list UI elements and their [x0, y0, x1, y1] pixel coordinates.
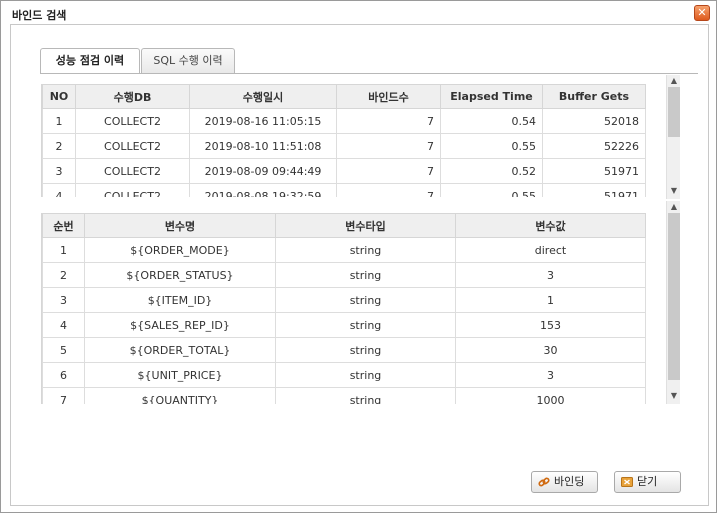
- scroll-up-arrow-icon[interactable]: ▲: [667, 75, 681, 87]
- table-cell: 2019-08-16 11:05:15: [189, 108, 337, 134]
- column-header[interactable]: Elapsed Time: [440, 84, 543, 109]
- table-cell: 51971: [542, 158, 646, 184]
- table-cell: ${ORDER_MODE}: [84, 237, 276, 263]
- column-header[interactable]: 변수명: [84, 213, 276, 238]
- table-cell: direct: [455, 237, 646, 263]
- column-header[interactable]: 순번: [42, 213, 85, 238]
- table-cell: 4: [42, 312, 85, 338]
- bind-button[interactable]: 바인딩: [531, 471, 598, 493]
- tab-divider: [40, 73, 698, 74]
- table-cell: string: [275, 312, 456, 338]
- table-row[interactable]: 4 COLLECT2 2019-08-08 19:32:59 7 0.55 51971: [42, 183, 646, 197]
- table-cell: 2019-08-10 11:51:08: [189, 133, 337, 159]
- table-cell: 30: [455, 337, 646, 363]
- tab-sql-history[interactable]: SQL 수행 이력: [141, 48, 235, 73]
- column-header[interactable]: 변수값: [455, 213, 646, 238]
- table-cell: 51971: [542, 183, 646, 197]
- table-row[interactable]: 2 ${ORDER_STATUS} string 3: [42, 262, 646, 288]
- column-header[interactable]: 바인드수: [336, 84, 441, 109]
- table-cell: ${SALES_REP_ID}: [84, 312, 276, 338]
- column-header[interactable]: 수행일시: [189, 84, 337, 109]
- table-cell: 3: [455, 362, 646, 388]
- table-cell: 1: [42, 237, 85, 263]
- table-row[interactable]: 4 ${SALES_REP_ID} string 153: [42, 312, 646, 338]
- table-row[interactable]: 2 COLLECT2 2019-08-10 11:51:08 7 0.55 52226: [42, 133, 646, 159]
- table-cell: ${ORDER_STATUS}: [84, 262, 276, 288]
- table-cell: 52018: [542, 108, 646, 134]
- bind-button-label: 바인딩: [554, 475, 585, 488]
- tab-performance-history[interactable]: 성능 점검 이력: [40, 48, 140, 74]
- table-row[interactable]: 1 COLLECT2 2019-08-16 11:05:15 7 0.54 52018: [42, 108, 646, 134]
- scroll-thumb[interactable]: [668, 87, 680, 137]
- table-cell: 7: [336, 133, 441, 159]
- history-grid-scrollbar[interactable]: ▲ ▼: [666, 75, 680, 199]
- close-icon[interactable]: ✕: [694, 5, 710, 21]
- table-cell: 3: [42, 287, 85, 313]
- close-button-label: 닫기: [637, 475, 658, 488]
- table-cell: COLLECT2: [75, 158, 190, 184]
- table-cell: COLLECT2: [75, 108, 190, 134]
- table-cell: 2019-08-09 09:44:49: [189, 158, 337, 184]
- table-cell: 3: [42, 158, 76, 184]
- table-row[interactable]: 6 ${UNIT_PRICE} string 3: [42, 362, 646, 388]
- table-cell: 3: [455, 262, 646, 288]
- table-cell: string: [275, 287, 456, 313]
- column-header[interactable]: NO: [42, 84, 76, 109]
- table-cell: 7: [336, 183, 441, 197]
- table-cell: string: [275, 262, 456, 288]
- table-cell: 1: [455, 287, 646, 313]
- table-cell: 0.55: [440, 183, 543, 197]
- table-cell: 153: [455, 312, 646, 338]
- column-header[interactable]: 수행DB: [75, 84, 190, 109]
- link-icon: [538, 477, 550, 487]
- table-cell: 0.52: [440, 158, 543, 184]
- table-cell: 2: [42, 133, 76, 159]
- bind-grid-scrollbar[interactable]: ▲ ▼: [666, 201, 680, 404]
- close-button[interactable]: 닫기: [614, 471, 681, 493]
- history-grid: NO 수행DB 수행일시 바인드수 Elapsed Time Buffer Gets 1C…: [41, 84, 682, 197]
- table-row[interactable]: 3 COLLECT2 2019-08-09 09:44:49 7 0.52 51971: [42, 158, 646, 184]
- table-cell: 4: [42, 183, 76, 197]
- table-cell: 0.55: [440, 133, 543, 159]
- bind-search-dialog: 바인드 검색 ✕ 성능 점검 이력 SQL 수행 이력 NO 수행DB 수행일시 바인…: [0, 0, 717, 513]
- bind-variable-grid: 순번 변수명 변수타입 변수값 1 ${ORDER_MODE} string direct 2…: [41, 213, 682, 404]
- table-row[interactable]: 7 ${QUANTITY} string 1000: [42, 387, 646, 404]
- scroll-up-arrow-icon[interactable]: ▲: [667, 201, 681, 213]
- table-cell: 1000: [455, 387, 646, 404]
- table-cell: ${ITEM_ID}: [84, 287, 276, 313]
- table-row[interactable]: 1 ${ORDER_MODE} string direct: [42, 237, 646, 263]
- dialog-body: 성능 점검 이력 SQL 수행 이력 NO 수행DB 수행일시 바인드수 Elapsed…: [10, 24, 709, 506]
- table-cell: 6: [42, 362, 85, 388]
- table-cell: 0.54: [440, 108, 543, 134]
- table-cell: COLLECT2: [75, 183, 190, 197]
- table-cell: 7: [42, 387, 85, 404]
- table-cell: string: [275, 387, 456, 404]
- table-cell: string: [275, 337, 456, 363]
- table-row[interactable]: 5 ${ORDER_TOTAL} string 30: [42, 337, 646, 363]
- table-cell: string: [275, 362, 456, 388]
- table-cell: 2: [42, 262, 85, 288]
- scroll-thumb[interactable]: [668, 213, 680, 380]
- dialog-title: 바인드 검색: [12, 9, 67, 22]
- table-cell: ${ORDER_TOTAL}: [84, 337, 276, 363]
- scroll-down-arrow-icon[interactable]: ▼: [667, 185, 681, 197]
- table-cell: COLLECT2: [75, 133, 190, 159]
- close-box-icon: [621, 477, 633, 487]
- table-cell: 2019-08-08 19:32:59: [189, 183, 337, 197]
- table-cell: 52226: [542, 133, 646, 159]
- scroll-down-arrow-icon[interactable]: ▼: [667, 390, 681, 402]
- table-row[interactable]: 3 ${ITEM_ID} string 1: [42, 287, 646, 313]
- table-cell: string: [275, 237, 456, 263]
- table-cell: 7: [336, 158, 441, 184]
- table-cell: ${UNIT_PRICE}: [84, 362, 276, 388]
- column-header[interactable]: 변수타입: [275, 213, 456, 238]
- table-cell: 5: [42, 337, 85, 363]
- table-cell: 7: [336, 108, 441, 134]
- table-cell: 1: [42, 108, 76, 134]
- table-cell: ${QUANTITY}: [84, 387, 276, 404]
- column-header[interactable]: Buffer Gets: [542, 84, 646, 109]
